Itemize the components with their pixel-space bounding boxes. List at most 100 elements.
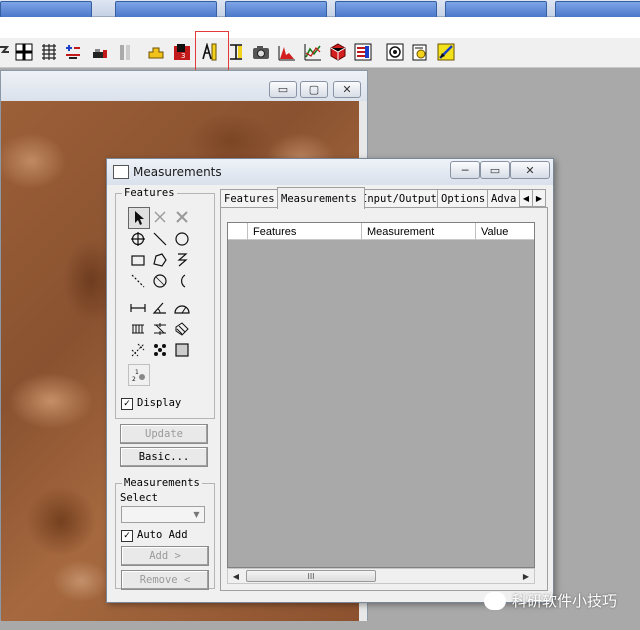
polygon-tool-icon[interactable] — [150, 250, 170, 270]
toolbar-spacer — [0, 17, 640, 38]
image-window-titlebar[interactable]: ▭ ▢ ✕ — [1, 71, 367, 101]
hatch-tool-icon[interactable] — [172, 319, 192, 339]
dialog-minimize-button[interactable]: ─ — [450, 161, 480, 179]
edit-icon[interactable] — [90, 42, 110, 62]
column-header-features[interactable]: Features — [248, 223, 362, 240]
close-icon: ✕ — [342, 83, 352, 96]
ellipse-tool-icon[interactable] — [150, 271, 170, 291]
minimize-icon: ▭ — [277, 83, 289, 96]
tab-features[interactable]: Features — [220, 189, 285, 208]
scroll-thumb[interactable]: III — [246, 570, 376, 582]
table-header: Features Measurement Value — [228, 223, 534, 240]
delete-feature-icon[interactable] — [150, 207, 170, 227]
distance-tool-icon[interactable] — [128, 298, 148, 318]
watermark: 科研软件小技巧 — [484, 590, 617, 611]
measurements-table[interactable]: Features Measurement Value — [227, 222, 535, 568]
tab-scroll-left-icon[interactable]: ◀ — [519, 189, 533, 207]
spot-tool-icon[interactable] — [128, 340, 148, 360]
image-close-button[interactable]: ✕ — [333, 81, 361, 98]
delete-all-icon[interactable] — [172, 207, 192, 227]
freehand-tool-icon[interactable] — [172, 250, 192, 270]
taskbar-item[interactable] — [335, 1, 437, 18]
image-maximize-button[interactable]: ▢ — [300, 81, 328, 98]
dialog-app-icon — [113, 165, 129, 179]
auto-add-label: Auto Add — [137, 529, 188, 541]
dashed-line-tool-icon[interactable] — [128, 271, 148, 291]
update-button[interactable]: Update — [120, 424, 208, 444]
circle-tool-icon[interactable] — [172, 229, 192, 249]
caliper-tool-icon[interactable] — [128, 319, 148, 339]
auto-add-checkbox[interactable]: ✓ — [121, 530, 133, 542]
3d-cube-icon[interactable] — [328, 42, 348, 62]
tab-measurements[interactable]: Measurements — [277, 187, 365, 209]
angle-tool-icon[interactable] — [150, 298, 170, 318]
taskbar — [0, 0, 640, 18]
select-dropdown[interactable]: ▼ — [121, 506, 205, 523]
remove-button[interactable]: Remove < — [121, 570, 209, 590]
chevron-down-icon: ▼ — [193, 510, 200, 519]
close-icon: ✕ — [525, 163, 535, 177]
column-header-value[interactable]: Value — [476, 223, 534, 240]
point-tool-icon[interactable] — [128, 229, 148, 249]
filter-icon[interactable]: 3 — [172, 42, 192, 62]
features-legend: Features — [122, 187, 177, 199]
highlight-box — [195, 31, 229, 75]
maximize-icon: ▭ — [489, 163, 501, 177]
count-tool-icon[interactable] — [150, 340, 170, 360]
tab-input-output[interactable]: Input/Output — [357, 189, 445, 208]
column-header-blank[interactable] — [228, 223, 248, 240]
dialog-titlebar[interactable]: Measurements ─ ▭ ✕ — [107, 159, 553, 185]
protractor-tool-icon[interactable] — [172, 298, 192, 318]
pointer-tool-icon[interactable] — [0, 42, 14, 62]
svg-text:3: 3 — [181, 52, 185, 60]
wechat-logo-icon — [484, 591, 506, 610]
scroll-left-icon[interactable]: ◀ — [229, 569, 243, 583]
calculator-icon[interactable] — [39, 42, 59, 62]
scroll-grip-icon: III — [307, 571, 315, 581]
add-button[interactable]: Add > — [121, 546, 209, 566]
display-checkbox[interactable]: ✓ — [121, 398, 133, 410]
taskbar-item[interactable] — [0, 1, 92, 18]
dialog-maximize-button[interactable]: ▭ — [480, 161, 510, 179]
column-header-measurement[interactable]: Measurement — [362, 223, 476, 240]
grid-icon[interactable] — [14, 42, 34, 62]
number-tool-icon[interactable]: 12 — [128, 364, 150, 386]
script-icon[interactable] — [410, 42, 430, 62]
main-toolbar: 3 — [0, 38, 640, 68]
plus-minus-icon[interactable] — [63, 42, 83, 62]
measurements-tab-panel: Features Measurement Value ◀ III ▶ — [220, 207, 548, 591]
measurements-dialog: Measurements ─ ▭ ✕ Features 12 ✓ Display… — [106, 158, 554, 603]
measurements-legend: Measurements — [122, 477, 202, 489]
macro-icon[interactable] — [385, 42, 405, 62]
thickness-tool-icon[interactable] — [150, 319, 170, 339]
camera-icon[interactable] — [251, 42, 271, 62]
table-horizontal-scrollbar[interactable]: ◀ III ▶ — [227, 568, 535, 584]
tab-scroll-right-icon[interactable]: ▶ — [532, 189, 546, 207]
select-tool-icon[interactable] — [128, 207, 150, 229]
measurements-group: Measurements Select ▼ ✓ Auto Add Add > R… — [115, 477, 215, 590]
line-profile-icon[interactable] — [303, 42, 323, 62]
minimize-icon: ─ — [461, 163, 469, 177]
display-label: Display — [137, 397, 182, 409]
taskbar-item[interactable] — [115, 1, 217, 18]
report-icon[interactable] — [353, 42, 373, 62]
annotate-icon[interactable] — [436, 42, 456, 62]
image-minimize-button[interactable]: ▭ — [269, 81, 297, 98]
scroll-right-icon[interactable]: ▶ — [519, 569, 533, 583]
basic-button[interactable]: Basic... — [120, 447, 208, 467]
histogram-icon[interactable] — [277, 42, 297, 62]
line-tool-icon[interactable] — [150, 229, 170, 249]
crop-icon[interactable] — [146, 42, 166, 62]
svg-text:1: 1 — [135, 369, 139, 376]
scale-icon[interactable] — [226, 42, 246, 62]
bars-icon[interactable] — [116, 42, 136, 62]
watermark-text: 科研软件小技巧 — [512, 592, 618, 610]
rectangle-tool-icon[interactable] — [128, 250, 148, 270]
select-label: Select — [120, 492, 158, 504]
area-tool-icon[interactable] — [172, 340, 192, 360]
taskbar-item[interactable] — [445, 1, 547, 18]
dialog-close-button[interactable]: ✕ — [510, 161, 550, 179]
taskbar-item[interactable] — [555, 1, 640, 18]
arc-tool-icon[interactable] — [172, 271, 192, 291]
taskbar-item[interactable] — [225, 1, 327, 18]
